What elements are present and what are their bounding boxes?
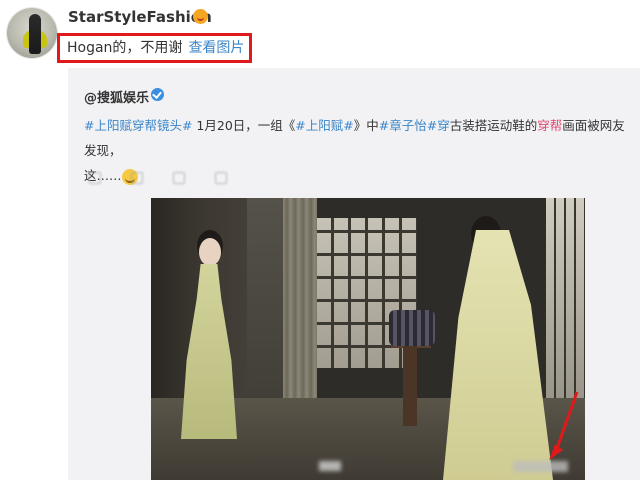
- keyword-link[interactable]: 穿帮: [537, 118, 562, 133]
- arrow-icon: [549, 391, 579, 460]
- post-text: Hogan的，不用谢 查看图片: [67, 37, 244, 57]
- user-avatar[interactable]: [7, 8, 57, 58]
- hashtag-link[interactable]: #上阳赋#: [295, 118, 353, 133]
- repost-mid-text: 》中: [353, 118, 379, 133]
- verified-icon: [151, 88, 164, 101]
- zoom-icon: [131, 172, 143, 184]
- rotate-right-button[interactable]: [215, 170, 231, 186]
- watermark-blur: [319, 461, 341, 471]
- photo-person: [199, 238, 221, 266]
- post-username[interactable]: StarStyleFashion: [68, 8, 212, 26]
- collapse-icon: [89, 172, 101, 184]
- rotate-left-button[interactable]: [173, 170, 189, 186]
- view-large-button[interactable]: [131, 170, 147, 186]
- rotate-right-icon: [215, 172, 227, 184]
- hashtag-link[interactable]: #上阳赋穿帮镜头#: [84, 118, 192, 133]
- rotate-left-icon: [173, 172, 185, 184]
- collapse-button[interactable]: [89, 170, 105, 186]
- view-image-link[interactable]: 查看图片: [188, 40, 244, 56]
- photo-person: [443, 230, 553, 480]
- post-photo[interactable]: [151, 198, 585, 480]
- post-body: Hogan的，不用谢: [67, 40, 183, 56]
- avatar-figure: [29, 14, 41, 54]
- hashtag-link[interactable]: #章子怡#: [379, 118, 437, 133]
- photo-window: [546, 198, 585, 398]
- crown-emoji-icon: [193, 9, 208, 24]
- photo-stand: [403, 346, 417, 426]
- repost-shoe-text: 古装搭运动鞋的: [449, 118, 538, 133]
- photo-lantern: [389, 310, 435, 346]
- repost-actions: [89, 170, 409, 186]
- hashtag-link[interactable]: 穿: [437, 118, 450, 133]
- repost-username[interactable]: @搜狐娱乐: [84, 87, 149, 106]
- repost-date-text: 1月20日，一组《: [192, 118, 296, 133]
